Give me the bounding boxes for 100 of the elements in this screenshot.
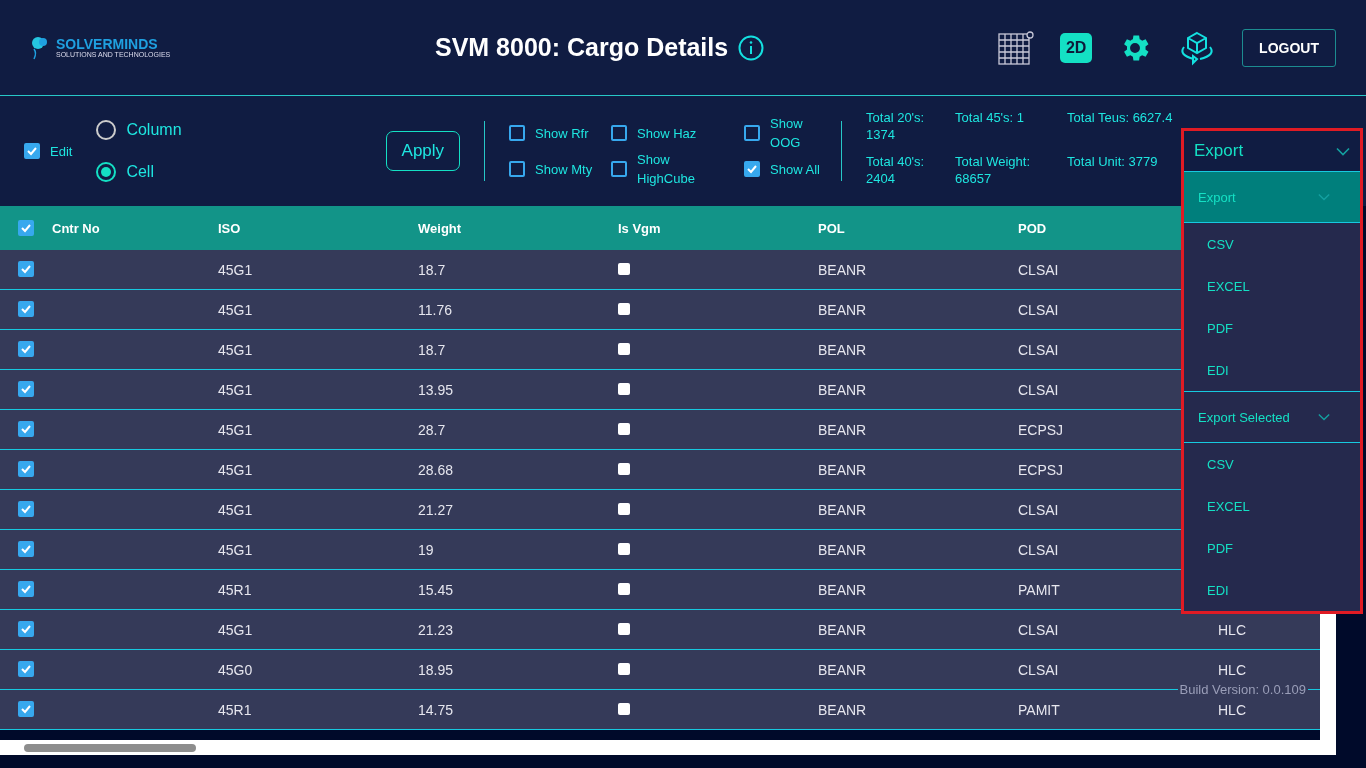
total-stat: Total Unit: 3779: [1067, 153, 1159, 171]
check-icon: [26, 145, 38, 157]
filter-checkbox[interactable]: Show OOG: [744, 114, 850, 152]
table-cell-text: 45G1: [218, 381, 254, 398]
check-icon: [746, 163, 759, 175]
vgm-checkbox[interactable]: [618, 502, 630, 515]
row-checkbox[interactable]: [18, 660, 34, 677]
mode-radio[interactable]: Cell: [96, 162, 182, 182]
export-menu-item[interactable]: EXCEL: [1184, 485, 1360, 527]
table-cell-text: 45G1: [218, 621, 254, 638]
edit-checkbox[interactable]: Edit: [24, 143, 73, 159]
table-cell-text: 45G1: [218, 421, 254, 438]
vgm-checkbox[interactable]: [618, 262, 630, 275]
table-cell-text: 45G1: [218, 301, 254, 318]
table-cell-text: 19: [418, 541, 435, 558]
total-stat: Total 40's: 2404: [866, 153, 926, 188]
table-cell-text: BEANR: [818, 421, 868, 438]
view-2d-button[interactable]: 2D: [1060, 32, 1093, 63]
table-cell-text: BEANR: [818, 661, 868, 678]
table-cell-text: BEANR: [818, 581, 868, 598]
table-cell-text: PAMIT: [1018, 701, 1061, 718]
table-cell-text: BEANR: [818, 541, 868, 558]
table-cell-text: CLSAI: [1018, 381, 1060, 398]
export-menu-item[interactable]: CSV: [1184, 223, 1360, 265]
vgm-checkbox[interactable]: [618, 302, 630, 315]
export-menu-item[interactable]: EDI: [1184, 569, 1360, 611]
vgm-checkbox[interactable]: [618, 462, 630, 475]
table-cell-text: BEANR: [818, 501, 868, 518]
export-section-header[interactable]: Export Selected: [1184, 391, 1360, 443]
logo-name: SOLVERMINDS: [56, 37, 159, 51]
vgm-checkbox[interactable]: [618, 422, 630, 435]
logout-button[interactable]: LOGOUT: [1242, 28, 1336, 67]
column-header: POL: [818, 220, 846, 236]
table-cell-text: 28.68: [418, 461, 455, 478]
column-header: Weight: [418, 220, 463, 236]
chevron-down-icon: [1318, 193, 1330, 201]
page-title: SVM 8000: Cargo Details: [435, 33, 729, 62]
table-cell-text: 13.95: [418, 381, 455, 398]
check-icon: [20, 222, 32, 234]
apply-button[interactable]: Apply: [385, 131, 461, 171]
row-checkbox[interactable]: [18, 300, 34, 317]
select-all-checkbox[interactable]: [18, 220, 34, 236]
row-checkbox[interactable]: [18, 580, 34, 597]
table-cell-text: 45G1: [218, 261, 254, 278]
table-cell-text: BEANR: [818, 461, 868, 478]
row-checkbox[interactable]: [18, 620, 34, 637]
export-dropdown[interactable]: Export Export CSV EXCEL PDF EDI Export Selected CSV EXCEL PDF EDI: [1181, 128, 1363, 614]
table-cell-text: 45G1: [218, 461, 254, 478]
export-menu-item[interactable]: EXCEL: [1184, 265, 1360, 307]
table-cell-text: 18.7: [418, 341, 447, 358]
vgm-checkbox[interactable]: [618, 342, 630, 355]
table-cell-text: 18.7: [418, 261, 447, 278]
export-menu-item[interactable]: EDI: [1184, 349, 1360, 391]
row-checkbox[interactable]: [18, 540, 34, 557]
row-checkbox[interactable]: [18, 460, 34, 477]
export-select[interactable]: Export: [1184, 131, 1360, 171]
table-cell-text: ECPSJ: [1018, 421, 1065, 438]
vgm-checkbox[interactable]: [618, 662, 630, 675]
table-cell-text: CLSAI: [1018, 341, 1060, 358]
vgm-checkbox[interactable]: [618, 382, 630, 395]
total-stat: Total 20's: 1374: [866, 109, 926, 144]
row-checkbox[interactable]: [18, 340, 34, 357]
filter-checkbox[interactable]: Show Rfr: [509, 123, 612, 143]
table-cell-text: BEANR: [818, 701, 868, 718]
table-cell-text: 45G0: [218, 661, 254, 678]
table-cell-text: 45R1: [218, 581, 253, 598]
row-checkbox[interactable]: [18, 700, 34, 717]
table-cell-text: 45G1: [218, 501, 254, 518]
table-cell-text: 45G1: [218, 541, 254, 558]
table-cell-text: CLSAI: [1018, 661, 1060, 678]
vgm-checkbox[interactable]: [618, 582, 630, 595]
row-checkbox[interactable]: [18, 380, 34, 397]
table-cell-text: 45R1: [218, 701, 253, 718]
vgm-checkbox[interactable]: [618, 542, 630, 555]
filter-checkbox[interactable]: Show HighCube: [611, 150, 745, 188]
filter-checkbox[interactable]: Show All: [744, 159, 850, 179]
row-checkbox[interactable]: [18, 500, 34, 517]
info-icon[interactable]: [738, 34, 765, 61]
vgm-checkbox[interactable]: [618, 622, 630, 635]
table-cell-text: BEANR: [818, 261, 868, 278]
table-cell-text: 15.45: [418, 581, 455, 598]
table-cell-text: 28.7: [418, 421, 447, 438]
row-checkbox[interactable]: [18, 420, 34, 437]
column-header: POD: [1018, 220, 1048, 236]
total-stat: Total Weight: 68657: [955, 153, 1031, 188]
row-checkbox[interactable]: [18, 260, 34, 277]
horizontal-scrollbar[interactable]: [0, 740, 1320, 755]
export-menu-item[interactable]: CSV: [1184, 443, 1360, 485]
filter-checkbox[interactable]: Show Mty: [509, 159, 612, 179]
table-cell-text: HLC: [1218, 661, 1247, 678]
chevron-down-icon: [1336, 146, 1350, 156]
grid-icon[interactable]: [998, 29, 1035, 66]
table-cell-text: BEANR: [818, 301, 868, 318]
table-cell-text: HLC: [1218, 621, 1247, 638]
table-cell-text: 21.23: [418, 621, 455, 638]
export-menu-item[interactable]: PDF: [1184, 527, 1360, 569]
mode-radio[interactable]: Column: [96, 120, 182, 140]
filter-checkbox[interactable]: Show Haz: [611, 123, 745, 143]
vgm-checkbox[interactable]: [618, 702, 630, 715]
export-menu-item[interactable]: PDF: [1184, 307, 1360, 349]
